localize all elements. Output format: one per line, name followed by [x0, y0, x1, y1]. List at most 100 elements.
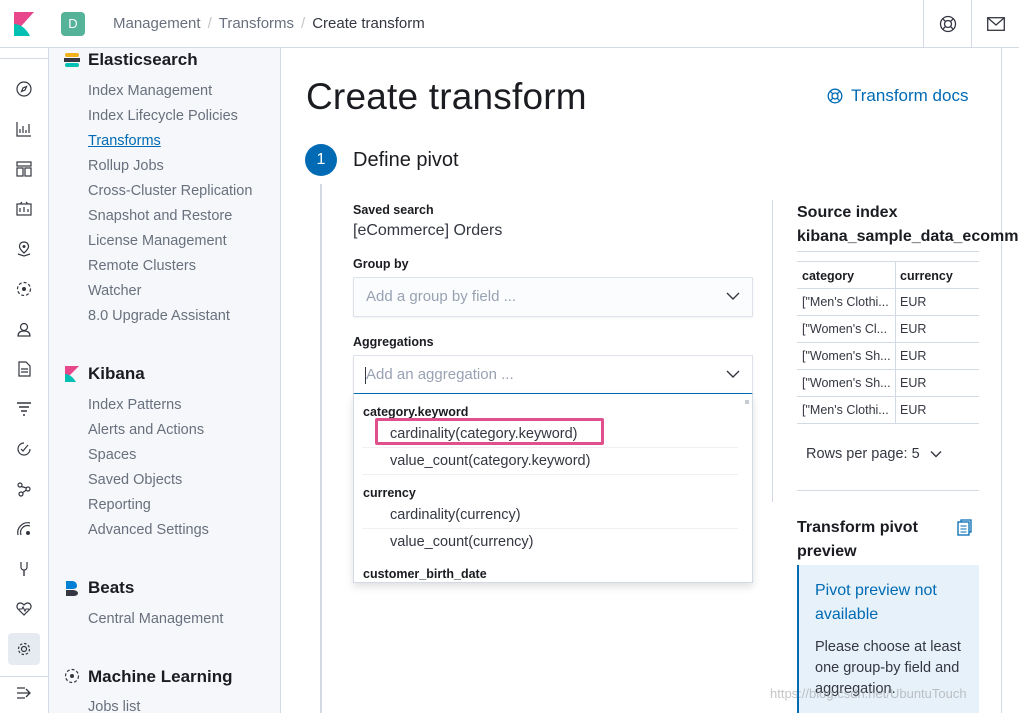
- ml-icon: [16, 281, 32, 297]
- table-row: ["Men's Clothi... EUR: [797, 397, 979, 424]
- help-icon: [939, 15, 956, 33]
- dropdown-option-label: value_count(category.keyword): [390, 453, 591, 469]
- collapse-nav-button[interactable]: [12, 681, 36, 705]
- section-title-kibana: Kibana: [88, 364, 145, 383]
- table-cell: EUR: [900, 349, 927, 363]
- machine-learning-icon: [64, 668, 80, 684]
- management-nav-icon[interactable]: [8, 633, 40, 665]
- table-cell: EUR: [900, 403, 927, 417]
- collapse-icon: [17, 687, 31, 699]
- transform-docs-link[interactable]: Transform docs: [827, 86, 968, 106]
- sidebar-item-advanced-settings[interactable]: Advanced Settings: [88, 522, 209, 538]
- elasticsearch-icon: [64, 53, 80, 67]
- sidebar-item-snapshot-restore[interactable]: Snapshot and Restore: [88, 208, 232, 224]
- dropdown-scrollbar[interactable]: [745, 400, 749, 404]
- rows-per-page-label: Rows per page: 5: [806, 446, 920, 462]
- table-cell: ["Women's Sh...: [802, 349, 891, 363]
- sidebar-item-reporting[interactable]: Reporting: [88, 497, 151, 513]
- column-header-category[interactable]: category: [802, 269, 854, 283]
- devtools-icon: [20, 562, 28, 576]
- chevron-down-icon[interactable]: [726, 291, 740, 301]
- sidebar-item-index-management[interactable]: Index Management: [88, 83, 212, 99]
- table-row: ["Women's Cl... EUR: [797, 316, 979, 343]
- mail-icon: [986, 17, 1005, 31]
- ml-nav-icon[interactable]: [12, 277, 36, 301]
- maps-icon: [17, 241, 31, 257]
- copy-clipboard-icon[interactable]: [957, 519, 972, 536]
- gear-icon: [17, 642, 31, 656]
- kibana-logo-icon[interactable]: [14, 12, 34, 36]
- chevron-down-icon[interactable]: [726, 369, 740, 379]
- aggregations-dropdown: category.keyword cardinality(category.ke…: [353, 394, 753, 583]
- breadcrumb-current: Create transform: [312, 15, 425, 32]
- top-header: D Management / Transforms / Create transform: [0, 0, 1019, 48]
- step-title: Define pivot: [353, 149, 459, 171]
- apm-icon: [17, 402, 31, 416]
- rows-per-page-button[interactable]: Rows per page: 5: [806, 446, 942, 462]
- newsfeed-button[interactable]: [971, 0, 1019, 48]
- dropdown-group-label: category.keyword: [363, 405, 469, 419]
- column-header-currency[interactable]: currency: [900, 269, 953, 283]
- aggregations-combobox[interactable]: Add an aggregation ...: [353, 355, 753, 395]
- graph-nav-icon[interactable]: [12, 477, 36, 501]
- help-button[interactable]: [923, 0, 971, 48]
- main-content: Create transform Transform docs 1 Define…: [282, 48, 1019, 713]
- group-by-combobox[interactable]: Add a group by field ...: [353, 277, 753, 317]
- transform-docs-label: Transform docs: [851, 86, 969, 105]
- breadcrumb: Management / Transforms / Create transform: [113, 15, 425, 32]
- breadcrumb-transforms[interactable]: Transforms: [219, 15, 294, 32]
- source-index-title: Source index: [797, 204, 898, 221]
- siem-icon: [17, 522, 31, 536]
- page-title: Create transform: [306, 76, 587, 117]
- dropdown-option[interactable]: value_count(category.keyword): [362, 448, 738, 475]
- table-cell: ["Men's Clothi...: [802, 403, 889, 417]
- table-row: ["Women's Sh... EUR: [797, 370, 979, 397]
- table-row: ["Women's Sh... EUR: [797, 343, 979, 370]
- group-by-label: Group by: [353, 257, 409, 271]
- discover-nav-icon[interactable]: [12, 77, 36, 101]
- canvas-nav-icon[interactable]: [12, 197, 36, 221]
- compass-icon: [16, 81, 32, 97]
- sidebar-item-central-management[interactable]: Central Management: [88, 611, 223, 627]
- logs-nav-icon[interactable]: [12, 357, 36, 381]
- source-table: category currency ["Men's Clothi... EUR …: [797, 251, 979, 424]
- section-title-machine-learning: Machine Learning: [88, 667, 233, 686]
- visualize-nav-icon[interactable]: [12, 117, 36, 141]
- step-line: [320, 184, 322, 713]
- dropdown-option-label: cardinality(currency): [390, 507, 521, 523]
- infra-nav-icon[interactable]: [12, 317, 36, 341]
- apm-nav-icon[interactable]: [12, 397, 36, 421]
- sidebar-item-license-management[interactable]: License Management: [88, 233, 227, 249]
- dropdown-group-label: customer_birth_date: [363, 567, 487, 581]
- sidebar-item-index-lifecycle-policies[interactable]: Index Lifecycle Policies: [88, 108, 238, 124]
- siem-nav-icon[interactable]: [12, 517, 36, 541]
- uptime-nav-icon[interactable]: [12, 437, 36, 461]
- monitoring-nav-icon[interactable]: [12, 597, 36, 621]
- chevron-down-icon: [930, 451, 942, 458]
- sidebar-item-spaces[interactable]: Spaces: [88, 447, 136, 463]
- column-divider: [772, 200, 773, 502]
- sidebar-item-watcher[interactable]: Watcher: [88, 283, 141, 299]
- dropdown-option[interactable]: cardinality(currency): [362, 502, 738, 529]
- sidebar-item-jobs-list[interactable]: Jobs list: [88, 699, 140, 713]
- devtools-nav-icon[interactable]: [12, 557, 36, 581]
- dropdown-option[interactable]: value_count(currency): [362, 529, 738, 556]
- sidebar-item-alerts-actions[interactable]: Alerts and Actions: [88, 422, 204, 438]
- dropdown-option-label: value_count(currency): [390, 534, 534, 550]
- sidebar-item-transforms[interactable]: Transforms: [88, 133, 161, 149]
- sidebar-item-saved-objects[interactable]: Saved Objects: [88, 472, 182, 488]
- sidebar-item-remote-clusters[interactable]: Remote Clusters: [88, 258, 196, 274]
- sidebar-item-upgrade-assistant[interactable]: 8.0 Upgrade Assistant: [88, 308, 230, 324]
- sidebar-item-rollup-jobs[interactable]: Rollup Jobs: [88, 158, 164, 174]
- space-avatar[interactable]: D: [61, 12, 85, 36]
- sidebar-item-index-patterns[interactable]: Index Patterns: [88, 397, 182, 413]
- dropdown-group-label: currency: [363, 486, 416, 500]
- aggregations-label: Aggregations: [353, 335, 434, 349]
- user-icon: [17, 322, 31, 337]
- maps-nav-icon[interactable]: [12, 237, 36, 261]
- pivot-preview-title: Transform pivot preview: [797, 519, 918, 560]
- dashboard-nav-icon[interactable]: [12, 157, 36, 181]
- sidebar-item-cross-cluster-replication[interactable]: Cross-Cluster Replication: [88, 183, 252, 199]
- breadcrumb-management[interactable]: Management: [113, 15, 201, 32]
- graph-icon: [17, 482, 31, 497]
